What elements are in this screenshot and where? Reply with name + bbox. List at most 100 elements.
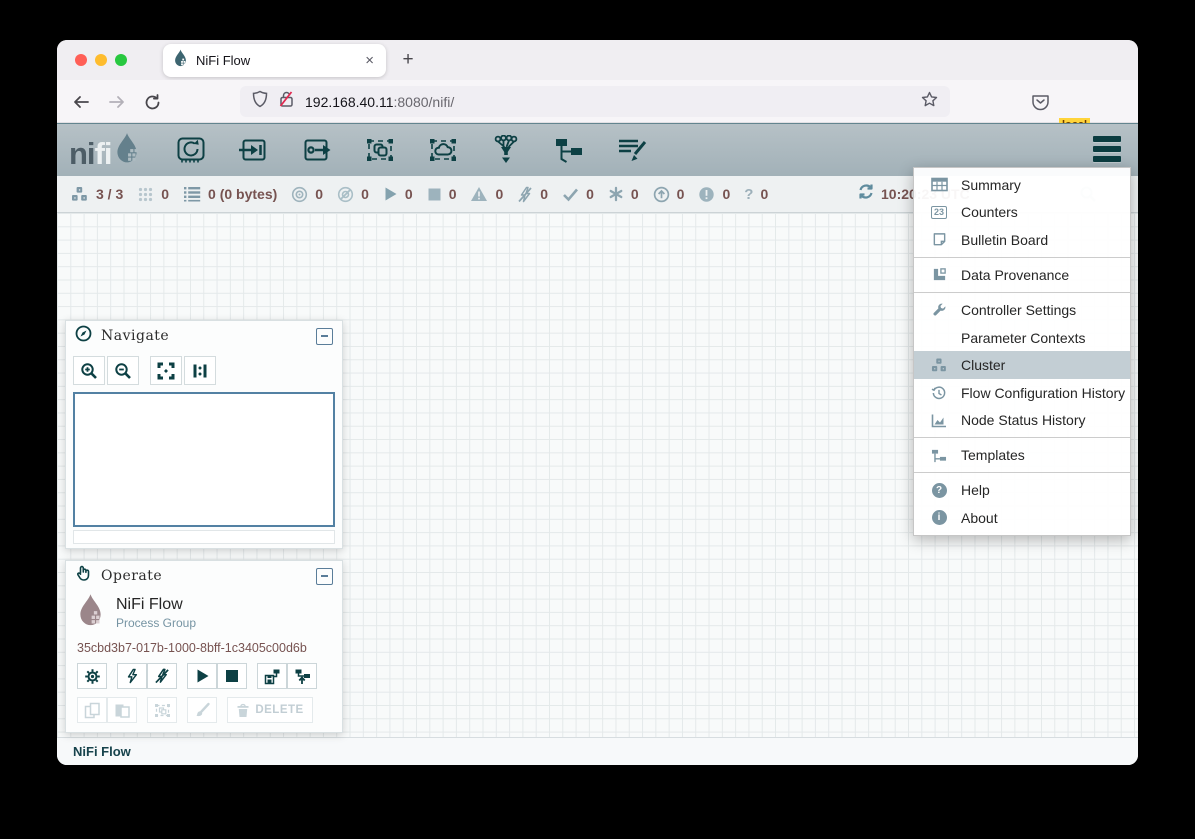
- menu-item-counters[interactable]: 23 Counters: [914, 199, 1130, 227]
- insecure-lock-icon[interactable]: [278, 90, 295, 113]
- upload-template-icon: [294, 668, 311, 685]
- invalid-icon: [470, 186, 488, 202]
- breadcrumb-root-link[interactable]: NiFi Flow: [73, 744, 131, 759]
- upload-template-button[interactable]: [287, 663, 317, 689]
- browser-window: NiFi Flow × + 192.168.40.11:8080/nifi/: [57, 40, 1138, 765]
- cluster-icon: [70, 186, 89, 203]
- minimize-window-button[interactable]: [95, 54, 107, 66]
- compass-icon: [75, 325, 92, 347]
- question-icon: ?: [744, 186, 753, 203]
- zoom-in-button[interactable]: [73, 356, 105, 385]
- arrow-up-circle-icon: [653, 186, 670, 203]
- sticky-note-icon: [928, 232, 950, 247]
- disable-button[interactable]: [147, 663, 177, 689]
- delete-button[interactable]: DELETE: [227, 697, 313, 723]
- zoom-window-button[interactable]: [115, 54, 127, 66]
- collapse-navigate-button[interactable]: [316, 328, 333, 345]
- nifi-logo: nifi: [69, 132, 140, 169]
- close-window-button[interactable]: [75, 54, 87, 66]
- copy-button[interactable]: [77, 697, 107, 723]
- desktop: { "browser": { "tab": { "title": "NiFi F…: [0, 0, 1195, 839]
- menu-item-flow-configuration-history[interactable]: Flow Configuration History: [914, 379, 1130, 407]
- breadcrumb: NiFi Flow: [57, 737, 1138, 765]
- pocket-icon[interactable]: [1029, 91, 1051, 113]
- not-transmitting-icon: [337, 186, 354, 203]
- stopped-stat: 0: [427, 186, 457, 202]
- back-button[interactable]: [70, 91, 92, 113]
- menu-item-summary[interactable]: Summary: [914, 171, 1130, 199]
- color-brush-button[interactable]: [187, 697, 217, 723]
- menu-item-about[interactable]: i About: [914, 504, 1130, 532]
- disabled-stat: 0: [517, 186, 548, 203]
- input-port-component-icon[interactable]: [239, 135, 269, 165]
- menu-item-help[interactable]: ? Help: [914, 476, 1130, 504]
- operate-body: NiFi Flow Process Group 35cbd3b7-017b-10…: [66, 591, 342, 723]
- refresh-icon[interactable]: [857, 183, 875, 205]
- navigate-panel: Navigate: [65, 320, 343, 549]
- operate-buttons-row2: DELETE: [77, 697, 331, 723]
- configure-button[interactable]: [77, 663, 107, 689]
- remote-process-group-component-icon[interactable]: [428, 135, 458, 165]
- up-to-date-stat: 0: [562, 186, 594, 202]
- area-chart-icon: [928, 413, 950, 428]
- tracking-shield-icon[interactable]: [252, 90, 268, 113]
- operate-header: Operate: [66, 561, 342, 591]
- process-group-drop-icon: [77, 593, 104, 632]
- logo-text-ni: ni: [69, 139, 95, 169]
- info-icon: i: [928, 510, 950, 525]
- menu-item-bulletin-board[interactable]: Bulletin Board: [914, 226, 1130, 254]
- start-button[interactable]: [187, 663, 217, 689]
- birdseye-minimap[interactable]: [73, 392, 335, 527]
- trash-icon: [236, 703, 250, 718]
- group-button[interactable]: [147, 697, 177, 723]
- reload-button[interactable]: [141, 91, 163, 113]
- template-component-icon[interactable]: [554, 135, 584, 165]
- save-template-button[interactable]: [257, 663, 287, 689]
- browser-tab[interactable]: NiFi Flow ×: [163, 44, 386, 77]
- menu-item-templates[interactable]: Templates: [914, 441, 1130, 469]
- exclamation-circle-icon: [698, 186, 715, 203]
- selection-id: 35cbd3b7-017b-1000-8bff-1c3405c00d6b: [77, 641, 331, 655]
- operate-buttons-row1: [77, 663, 331, 689]
- zoom-out-button[interactable]: [107, 356, 139, 385]
- url-bar[interactable]: 192.168.40.11:8080/nifi/: [240, 86, 950, 117]
- bookmark-star-icon[interactable]: [921, 91, 938, 113]
- birdseye-brush[interactable]: [73, 530, 335, 544]
- stopped-icon: [427, 187, 442, 202]
- zoom-actual-size-button[interactable]: [184, 356, 216, 385]
- lightning-icon: [125, 668, 139, 684]
- forward-button[interactable]: [106, 91, 128, 113]
- paste-button[interactable]: [107, 697, 137, 723]
- output-port-component-icon[interactable]: [302, 135, 332, 165]
- stop-icon: [225, 669, 239, 683]
- processor-component-icon[interactable]: [176, 135, 206, 165]
- menu-item-cluster[interactable]: Cluster: [914, 351, 1130, 379]
- menu-item-node-status-history[interactable]: Node Status History: [914, 407, 1130, 435]
- sync-failure-stat: ? 0: [744, 186, 768, 203]
- global-menu-button[interactable]: [1093, 136, 1121, 162]
- component-palette: [176, 135, 647, 165]
- menu-item-data-provenance[interactable]: Data Provenance: [914, 261, 1130, 289]
- tab-close-icon[interactable]: ×: [363, 52, 376, 69]
- history-icon: [928, 385, 950, 401]
- running-stat: 0: [383, 186, 413, 202]
- play-icon: [195, 668, 210, 684]
- stop-button[interactable]: [217, 663, 247, 689]
- not-transmitting-stat: 0: [337, 186, 369, 203]
- zoom-fit-button[interactable]: [150, 356, 182, 385]
- label-component-icon[interactable]: [617, 135, 647, 165]
- collapse-operate-button[interactable]: [316, 568, 333, 585]
- process-group-component-icon[interactable]: [365, 135, 395, 165]
- menu-divider: [914, 437, 1130, 438]
- menu-item-controller-settings[interactable]: Controller Settings: [914, 296, 1130, 324]
- menu-item-parameter-contexts[interactable]: Parameter Contexts: [914, 324, 1130, 352]
- url-path: :8080/nifi/: [394, 94, 455, 110]
- new-tab-button[interactable]: +: [395, 47, 421, 73]
- navigate-header: Navigate: [66, 321, 342, 351]
- summary-table-icon: [928, 177, 950, 192]
- check-icon: [562, 187, 579, 202]
- enable-button[interactable]: [117, 663, 147, 689]
- navigate-buttons: [66, 351, 342, 389]
- funnel-component-icon[interactable]: [491, 135, 521, 165]
- counters-icon: 23: [928, 206, 950, 219]
